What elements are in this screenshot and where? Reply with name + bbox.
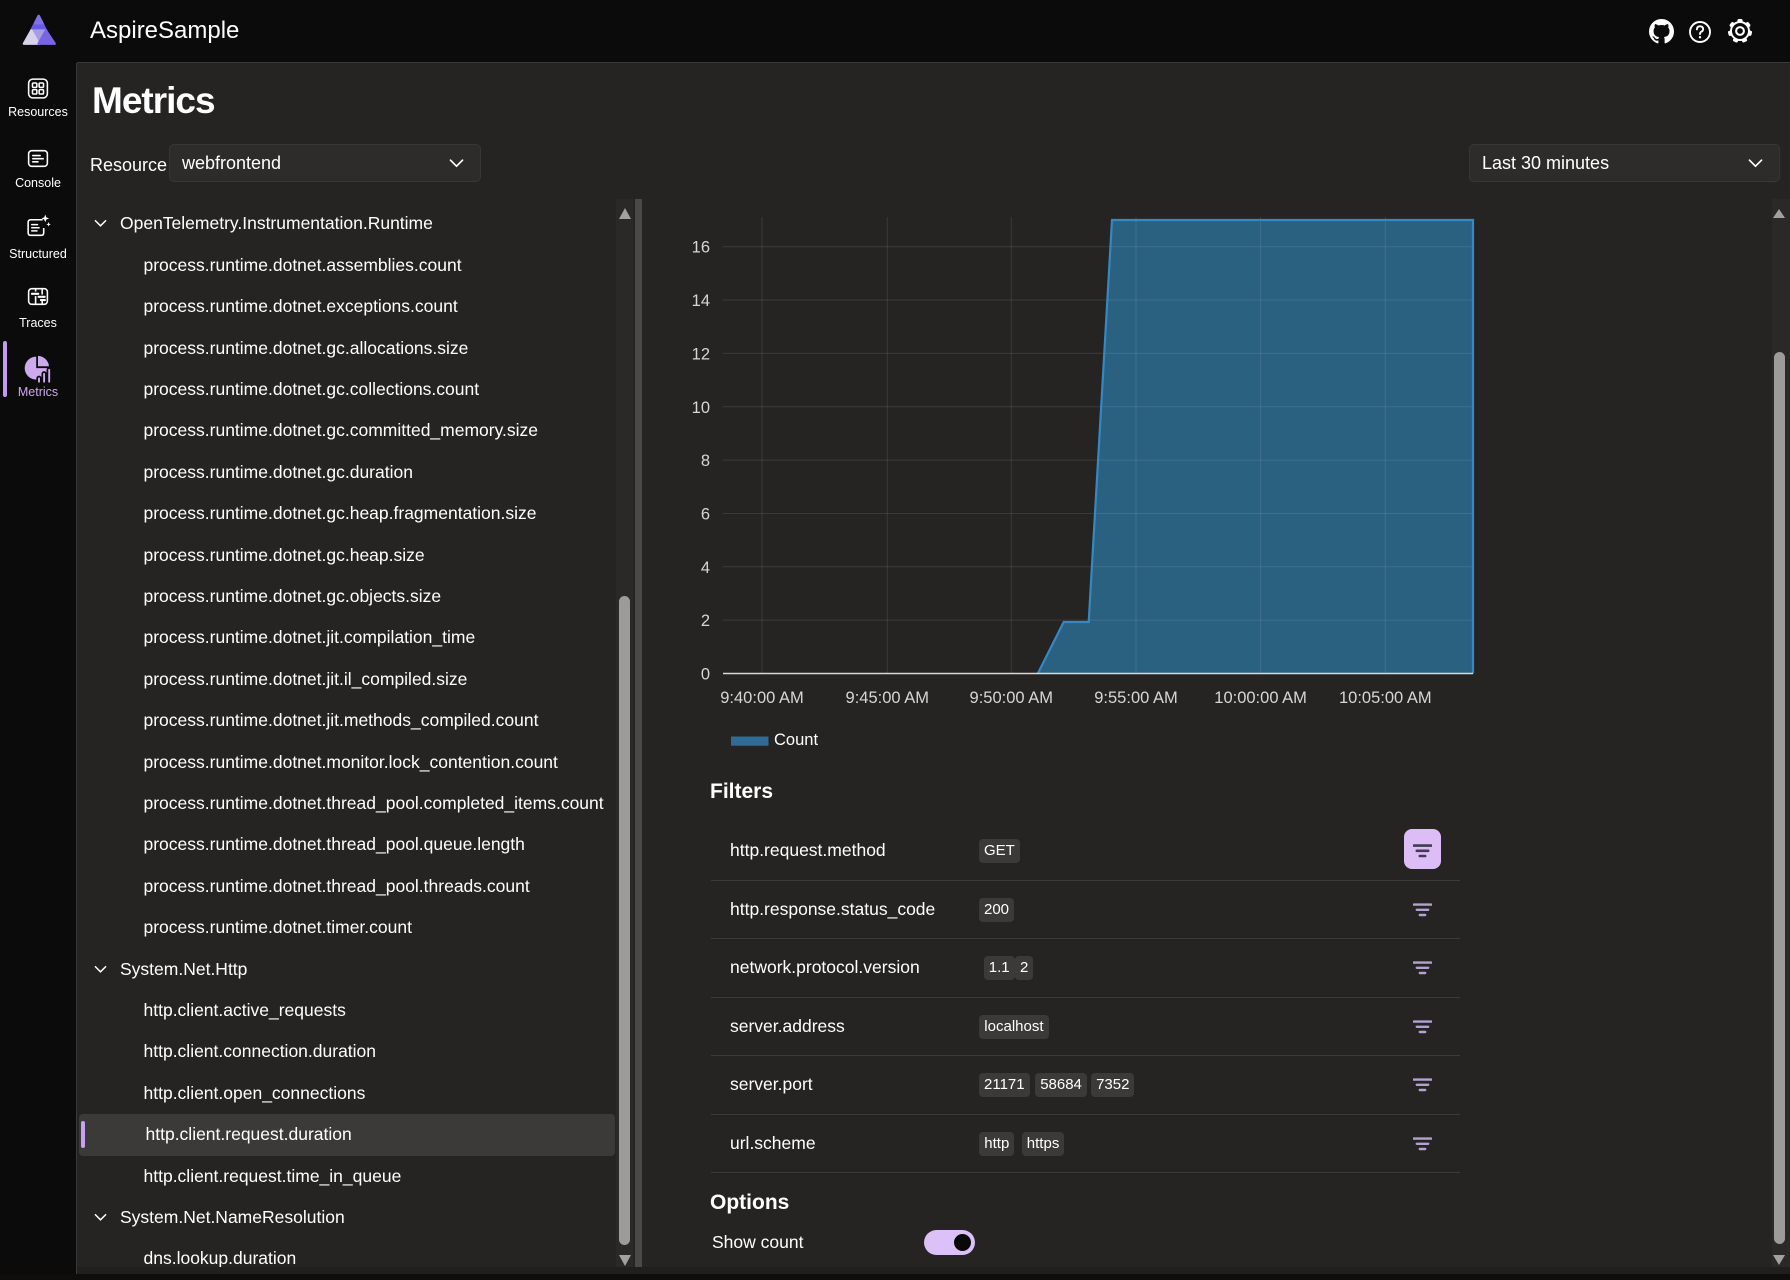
svg-text:14: 14 [692,292,710,310]
svg-text:6: 6 [701,505,710,523]
svg-text:10:05:00 AM: 10:05:00 AM [1339,689,1432,707]
svg-text:2: 2 [701,612,710,630]
svg-text:16: 16 [692,239,710,257]
svg-text:10:00:00 AM: 10:00:00 AM [1214,689,1307,707]
svg-text:8: 8 [701,452,710,470]
svg-text:9:55:00 AM: 9:55:00 AM [1094,689,1177,707]
svg-text:9:50:00 AM: 9:50:00 AM [970,689,1053,707]
svg-text:9:40:00 AM: 9:40:00 AM [720,689,803,707]
svg-text:0: 0 [701,666,710,684]
svg-text:4: 4 [701,559,710,577]
svg-text:12: 12 [692,345,710,363]
svg-text:9:45:00 AM: 9:45:00 AM [846,689,929,707]
svg-text:10: 10 [692,399,710,417]
svg-text:Count: Count [774,731,818,749]
